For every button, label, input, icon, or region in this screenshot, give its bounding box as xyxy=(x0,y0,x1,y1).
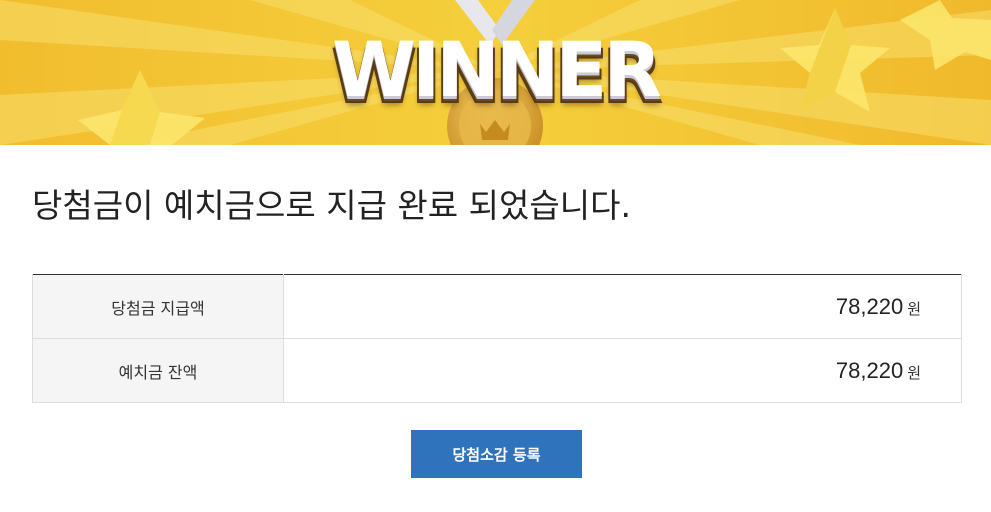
register-testimonial-button[interactable]: 당첨소감 등록 xyxy=(411,430,582,478)
table-row: 당첨금 지급액 78,220 원 xyxy=(32,274,962,339)
prize-payout-label: 당첨금 지급액 xyxy=(32,274,284,339)
payout-info-table: 당첨금 지급액 78,220 원 예치금 잔액 78,220 원 xyxy=(32,274,962,403)
winner-banner: WINNER xyxy=(0,0,991,145)
currency-unit: 원 xyxy=(907,363,921,382)
deposit-balance-value: 78,220 원 xyxy=(283,338,962,403)
currency-unit: 원 xyxy=(907,299,921,318)
deposit-balance-amount: 78,220 xyxy=(835,357,904,383)
winner-title: WINNER xyxy=(332,25,662,114)
page-title: 당첨금이 예치금으로 지급 완료 되었습니다. xyxy=(32,186,631,225)
prize-payout-amount: 78,220 xyxy=(835,293,904,319)
deposit-balance-label: 예치금 잔액 xyxy=(32,338,284,403)
prize-payout-value: 78,220 원 xyxy=(283,274,962,339)
table-row: 예치금 잔액 78,220 원 xyxy=(32,338,962,403)
